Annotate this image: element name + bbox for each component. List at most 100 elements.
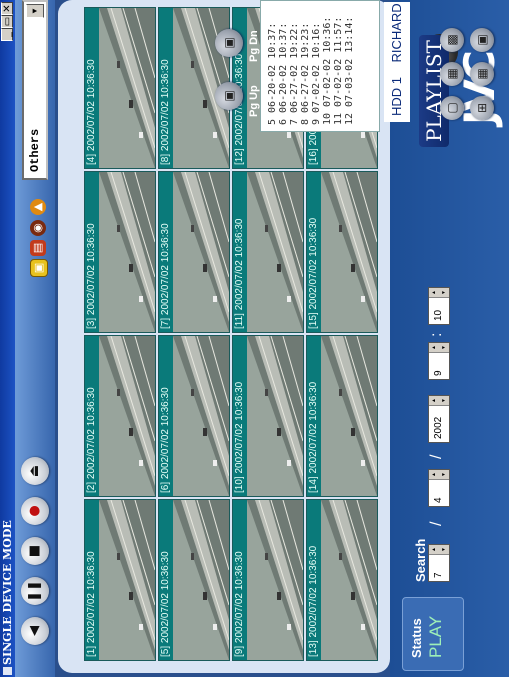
camera-caption: [15] 2002/07/02 10:36:30	[307, 172, 321, 332]
camera-caption: [11] 2002/07/02 10:36:30	[233, 172, 247, 332]
layout-16-button[interactable]: ▦	[470, 62, 494, 86]
chevron-down-icon[interactable]: ▼	[26, 4, 44, 18]
time-separator: :	[428, 332, 445, 337]
restore-button[interactable]: ▭	[1, 15, 13, 28]
search-label: Search	[413, 538, 428, 582]
camera-feed-image	[99, 172, 155, 332]
hour-stepper[interactable]: 9 ▲ ▼	[428, 342, 450, 380]
date-separator: /	[428, 454, 445, 459]
camera-tile[interactable]: [1] 2002/07/02 10:36:30	[84, 499, 156, 661]
camera-tile[interactable]: [2] 2002/07/02 10:36:30	[84, 335, 156, 497]
playlist-list[interactable]: 5 06-20-02 10:37: 6 06-20-02 10:37: 7 06-2…	[260, 0, 380, 132]
hdd-label: HDD 1	[389, 76, 404, 116]
camera-feed-image	[99, 336, 155, 496]
layout-next-button[interactable]: ▣	[470, 28, 494, 52]
camera-tile[interactable]: [14] 2002/07/02 10:36:30	[306, 335, 378, 497]
app-window: SINGLE DEVICE MODE _ ▭ ✕ ◀ ❚❚ ■ ● ⏏ ▣ ▤ …	[0, 0, 509, 677]
minute-stepper[interactable]: 10 ▲ ▼	[428, 287, 450, 325]
close-button[interactable]: ✕	[1, 2, 13, 15]
camera-feed-image	[247, 500, 303, 660]
camera-feed-image	[173, 336, 229, 496]
camera-feed-image	[321, 336, 377, 496]
camera-tile[interactable]: [15] 2002/07/02 10:36:30	[306, 171, 378, 333]
tile-icon[interactable]: ▣	[30, 259, 48, 277]
camera-caption: [13] 2002/07/02 10:36:30	[307, 500, 321, 660]
film-icon[interactable]: ▤	[30, 240, 46, 256]
record-button[interactable]: ●	[21, 497, 49, 525]
layout-4-button[interactable]: ▦	[440, 62, 464, 86]
camera-group-value: Others	[28, 128, 42, 172]
window-title: SINGLE DEVICE MODE	[1, 520, 14, 665]
camera-caption: [4] 2002/07/02 10:36:30	[85, 8, 99, 168]
pause-button[interactable]: ❚❚	[21, 577, 49, 605]
year-stepper[interactable]: 2002 ▲ ▼	[428, 395, 450, 443]
camera-feed-image	[99, 500, 155, 660]
camera-feed-image	[321, 172, 377, 332]
pgdn-label: Pg Dn	[248, 30, 260, 62]
camera-caption: [14] 2002/07/02 10:36:30	[307, 336, 321, 496]
camera-tile[interactable]: [3] 2002/07/02 10:36:30	[84, 171, 156, 333]
layout-9-button[interactable]: ▩	[440, 28, 464, 52]
camera-feed-image	[99, 8, 155, 168]
playlist-title: PLAYLIST	[419, 35, 449, 147]
camera-tile[interactable]: [10] 2002/07/02 10:36:30	[232, 335, 304, 497]
stop-button[interactable]: ■	[21, 537, 49, 565]
minimize-button[interactable]: _	[1, 28, 13, 41]
folder-icon[interactable]: ▲	[30, 199, 46, 215]
hour-spin-icon[interactable]: ▲ ▼	[429, 343, 449, 353]
playlist-item[interactable]: 5 06-20-02 10:37:	[267, 5, 278, 125]
disc-icon[interactable]: ◉	[30, 220, 46, 236]
playlist-item[interactable]: 7 06-27-02 19:22:	[289, 5, 300, 125]
camera-caption: [5] 2002/07/02 10:36:30	[159, 500, 173, 660]
camera-feed-image	[173, 172, 229, 332]
day-spin-icon[interactable]: ▲ ▼	[429, 470, 449, 480]
day-stepper[interactable]: 4 ▲ ▼	[428, 469, 450, 507]
minute-spin-icon[interactable]: ▲ ▼	[429, 288, 449, 298]
user-label: RICHARD	[389, 3, 404, 63]
month-value: 7	[433, 572, 444, 578]
playlist-item[interactable]: 9 07-02-02 10:16:	[311, 5, 322, 125]
camera-feed-image	[247, 172, 303, 332]
playlist-item[interactable]: 12 07-03-02 13:14:	[344, 5, 355, 125]
playlist-item[interactable]: 8 06-27-02 19:23:	[300, 5, 311, 125]
camera-caption: [9] 2002/07/02 10:36:30	[233, 500, 247, 660]
app-icon	[3, 667, 12, 675]
device-info: HDD 1 RICHARD	[384, 2, 410, 122]
camera-group-select[interactable]: Others ▼	[22, 0, 48, 180]
pgdn-button[interactable]: ▣	[215, 29, 243, 57]
pgup-label: Pg Up	[248, 85, 260, 117]
eject-button[interactable]: ⏏	[21, 457, 49, 485]
day-value: 4	[433, 497, 444, 503]
camera-tile[interactable]: [6] 2002/07/02 10:36:30	[158, 335, 230, 497]
page: SINGLE DEVICE MODE _ ▭ ✕ ◀ ❚❚ ■ ● ⏏ ▣ ▤ …	[0, 0, 509, 677]
status-box: Status PLAY	[402, 597, 464, 671]
camera-caption: [8] 2002/07/02 10:36:30	[159, 8, 173, 168]
pgup-button[interactable]: ▣	[215, 82, 243, 110]
camera-caption: [1] 2002/07/02 10:36:30	[85, 500, 99, 660]
camera-caption: [7] 2002/07/02 10:36:30	[159, 172, 173, 332]
month-stepper[interactable]: 7 ▲ ▼	[428, 544, 450, 582]
camera-feed-image	[321, 500, 377, 660]
rewind-button[interactable]: ◀	[21, 617, 49, 645]
camera-tile[interactable]: [7] 2002/07/02 10:36:30	[158, 171, 230, 333]
date-separator: /	[428, 521, 445, 526]
year-spin-icon[interactable]: ▲ ▼	[429, 396, 449, 406]
year-value: 2002	[433, 416, 444, 439]
camera-tile[interactable]: [9] 2002/07/02 10:36:30	[232, 499, 304, 661]
camera-caption: [10] 2002/07/02 10:36:30	[233, 336, 247, 496]
camera-tile[interactable]: [4] 2002/07/02 10:36:30	[84, 7, 156, 169]
camera-feed-image	[173, 500, 229, 660]
hour-value: 9	[433, 370, 444, 376]
camera-feed-image	[247, 336, 303, 496]
month-spin-icon[interactable]: ▲ ▼	[429, 545, 449, 555]
layout-quad-button[interactable]: ⊞	[470, 96, 494, 120]
layout-1-button[interactable]: ▢	[440, 96, 464, 120]
playlist-item[interactable]: 10 07-02-02 10:36:	[322, 5, 333, 125]
playlist-item[interactable]: 6 06-20-02 10:37:	[278, 5, 289, 125]
playlist-item[interactable]: 11 07-02-02 11:57:	[333, 5, 344, 125]
camera-tile[interactable]: [13] 2002/07/02 10:36:30	[306, 499, 378, 661]
status-label: Status	[409, 618, 424, 658]
camera-tile[interactable]: [11] 2002/07/02 10:36:30	[232, 171, 304, 333]
minute-value: 10	[433, 309, 444, 321]
camera-tile[interactable]: [5] 2002/07/02 10:36:30	[158, 499, 230, 661]
